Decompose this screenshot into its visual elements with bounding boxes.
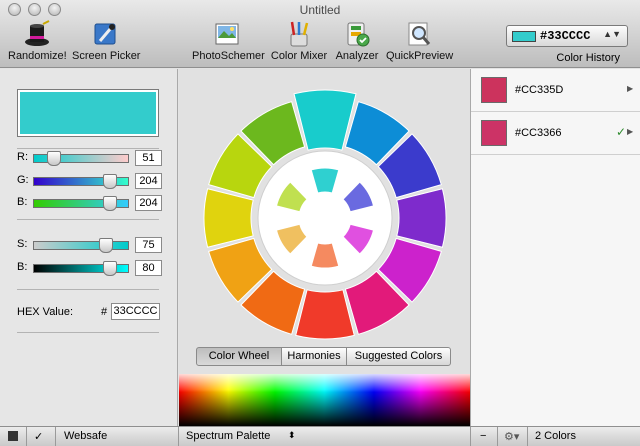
wheel-segment[interactable] [203,188,254,248]
palette-select[interactable]: Spectrum Palette [186,430,270,442]
green-label: G: [17,174,29,186]
saturation-label: S: [17,238,28,250]
history-item[interactable]: #CC3366 ✓ ▶ [471,112,640,155]
gear-icon[interactable]: ⚙▾ [504,430,519,443]
color-history-value: #33CCCC [540,29,591,43]
hex-label: HEX Value: [17,306,74,318]
color-wheel-panel: Color Wheel Harmonies Suggested Colors [179,69,470,426]
divider [26,427,27,446]
history-hex: #CC335D [515,84,564,96]
screen-picker-button[interactable]: Screen Picker [72,20,141,62]
divider [470,427,471,446]
history-item[interactable]: #CC335D ▶ [471,69,640,112]
wheel-segment[interactable] [396,188,447,248]
color-mixer-label: Color Mixer [270,50,328,62]
photo-icon [215,23,239,45]
spectrum-palette[interactable] [179,374,470,426]
websafe-check-icon[interactable]: ✓ [34,430,43,443]
blue-slider-knob[interactable] [103,196,118,211]
paint-brushes-icon [290,21,309,47]
blue-slider-row: B: 204 [17,195,162,211]
divider [17,289,159,290]
title-toolbar: Untitled Randomize! Screen Picker PhotoS… [0,0,640,68]
hex-value-field[interactable]: 33CCCC [111,303,160,320]
disclosure-arrow-icon[interactable]: ▶ [627,127,633,136]
history-swatch [481,120,507,146]
hex-hash: # [101,306,108,318]
screen-picker-label: Screen Picker [72,50,141,62]
red-slider-knob[interactable] [46,151,61,166]
magic-hat-icon [25,20,50,46]
history-swatch [481,77,507,103]
saturation-slider-knob[interactable] [98,238,113,253]
analyzer-label: Analyzer [335,50,379,62]
saturation-slider-row: S: 75 [17,237,162,253]
saturation-value-field[interactable]: 75 [135,237,162,253]
bottom-bar: ✓ Websafe Spectrum Palette ⬍ − ⚙▾ 2 Colo… [0,426,640,446]
analyzer-button[interactable]: Analyzer [334,20,380,62]
blue-label: B: [17,196,28,208]
color-history-panel: #CC335D ▶ #CC3366 ✓ ▶ [470,69,640,426]
tab-harmonies[interactable]: Harmonies [281,347,347,366]
view-segmented-control: Color Wheel Harmonies Suggested Colors [196,347,451,366]
divider [17,148,159,149]
quickpreview-button[interactable]: QuickPreview [386,20,454,62]
color-history-label: Color History [556,52,620,64]
wheel-segment[interactable] [295,289,355,340]
divider [17,332,159,333]
checkmark-icon: ✓ [616,125,627,139]
history-hex: #CC3366 [515,127,562,139]
color-wheel[interactable] [190,69,460,344]
hex-row: HEX Value: # 33CCCC [17,303,162,321]
current-color-swatch[interactable] [17,89,159,137]
green-value-field[interactable]: 204 [135,173,162,189]
divider [178,427,179,446]
tab-suggested-colors[interactable]: Suggested Colors [346,347,451,366]
websafe-label[interactable]: Websafe [64,430,107,442]
green-slider-row: G: 204 [17,173,162,189]
brightness-slider-knob[interactable] [103,261,118,276]
disclosure-arrow-icon[interactable]: ▶ [627,84,633,93]
color-mixer-button[interactable]: Color Mixer [268,20,330,62]
brightness-label: B: [17,261,28,273]
color-square-icon[interactable] [8,431,18,441]
green-slider[interactable] [33,174,129,189]
red-slider-row: R: 51 [17,150,162,166]
dropdown-arrow-icon: ▲▼ [603,29,621,39]
color-count-label: 2 Colors [535,430,576,442]
divider [527,427,528,446]
blue-value-field[interactable]: 204 [135,195,162,211]
divider [497,427,498,446]
magnifier-icon [408,22,431,46]
blue-slider[interactable] [33,196,129,211]
photoschemer-label: PhotoSchemer [192,50,265,62]
eyedropper-icon [94,23,116,45]
palette-stepper-icon[interactable]: ⬍ [288,430,296,441]
red-slider[interactable] [33,151,129,166]
divider [17,219,159,220]
brightness-slider-row: B: 80 [17,260,162,276]
photoschemer-button[interactable]: PhotoSchemer [192,20,265,62]
divider [55,427,56,446]
saturation-slider[interactable] [33,238,129,253]
brightness-value-field[interactable]: 80 [135,260,162,276]
randomize-label: Randomize! [8,50,67,62]
quickpreview-label: QuickPreview [386,50,454,62]
color-controls-panel: R: 51 G: 204 B: 204 S: 75 B: 80 HEX Valu… [0,69,178,426]
red-value-field[interactable]: 51 [135,150,162,166]
app-window: Untitled Randomize! Screen Picker PhotoS… [0,0,640,446]
tab-color-wheel[interactable]: Color Wheel [196,347,282,366]
color-history-dropdown[interactable]: #33CCCC ▲▼ [506,25,628,47]
analyzer-icon [347,22,370,47]
brightness-slider[interactable] [33,261,129,276]
color-history-swatch [512,31,536,42]
randomize-button[interactable]: Randomize! [8,20,67,62]
window-title: Untitled [299,3,341,17]
remove-color-button[interactable]: − [480,430,486,442]
green-slider-knob[interactable] [103,174,118,189]
red-label: R: [17,151,28,163]
